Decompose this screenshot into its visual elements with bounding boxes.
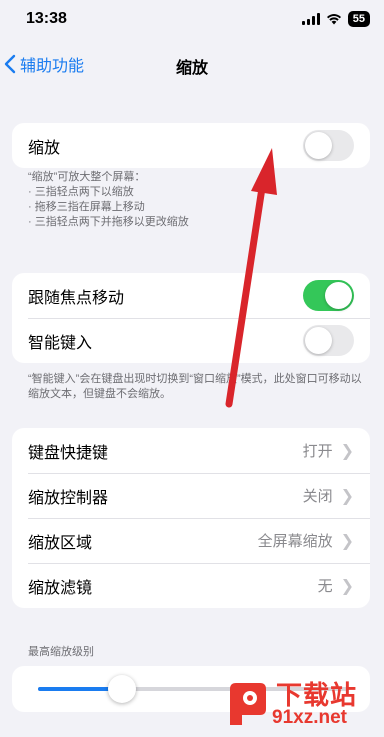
row-value: 打开 <box>302 443 333 460</box>
follow-focus-toggle[interactable] <box>303 280 354 311</box>
navigation-bar: 辅助功能 缩放 <box>0 46 384 82</box>
zoom-filter-row[interactable]: 缩放滤镜 无 ❯ <box>12 563 370 608</box>
signal-icon <box>301 13 320 25</box>
row-label: 缩放滤镜 <box>28 579 93 597</box>
chevron-right-icon: ❯ <box>340 532 354 550</box>
chevron-right-icon: ❯ <box>340 442 354 460</box>
zoom-controller-row[interactable]: 缩放控制器 关闭 ❯ <box>12 473 370 518</box>
zoom-footer-line: “缩放”可放大整个屏幕： <box>28 171 146 183</box>
toggle-knob <box>305 327 332 354</box>
page-title: 缩放 <box>175 60 208 77</box>
watermark-logo-icon <box>230 683 266 725</box>
smart-typing-footer: “智能键入”会在键盘出现时切换到“窗口缩放”模式，此处窗口可移动以缩放文本，但键… <box>28 373 362 400</box>
chevron-right-icon: ❯ <box>340 577 354 595</box>
watermark: 下载站 91xz.net <box>220 673 380 733</box>
row-value: 全屏幕缩放 <box>257 533 333 550</box>
follow-focus-row: 跟随焦点移动 <box>12 273 370 318</box>
row-value: 关闭 <box>302 488 333 505</box>
slider-thumb[interactable] <box>107 675 136 703</box>
zoom-footer-line: · 三指轻点两下并拖移以更改缩放 <box>28 216 189 228</box>
zoom-footer-line: · 三指轻点两下以缩放 <box>28 186 134 198</box>
zoom-footer-line: · 拖移三指在屏幕上移动 <box>28 201 145 213</box>
wifi-icon <box>326 14 341 25</box>
row-value: 无 <box>317 578 333 595</box>
toggle-knob <box>305 132 332 159</box>
status-bar: 13:38 55 <box>0 0 384 40</box>
max-zoom-header: 最高缩放级别 <box>28 646 94 658</box>
zoom-row: 缩放 <box>12 123 370 168</box>
row-label: 缩放区域 <box>28 534 93 552</box>
chevron-right-icon: ❯ <box>340 487 354 505</box>
follow-focus-label: 跟随焦点移动 <box>28 289 125 307</box>
watermark-url: 91xz.net <box>272 707 347 728</box>
battery-indicator: 55 <box>347 11 370 27</box>
row-label: 缩放控制器 <box>28 489 109 507</box>
toggle-knob <box>325 282 352 309</box>
status-icons: 55 <box>301 11 370 27</box>
annotation-arrow-icon <box>225 148 277 408</box>
options-group: 键盘快捷键 打开 ❯ 缩放控制器 关闭 ❯ 缩放区域 全屏幕缩放 ❯ 缩放滤镜 … <box>12 428 370 608</box>
zoom-footer: “缩放”可放大整个屏幕： · 三指轻点两下以缩放 · 拖移三指在屏幕上移动 · … <box>28 170 368 230</box>
zoom-group: 缩放 <box>12 123 370 168</box>
smart-typing-row: 智能键入 <box>12 318 370 363</box>
status-time: 13:38 <box>26 10 67 27</box>
zoom-toggle[interactable] <box>303 130 354 161</box>
row-label: 键盘快捷键 <box>28 444 109 462</box>
zoom-region-row[interactable]: 缩放区域 全屏幕缩放 ❯ <box>12 518 370 563</box>
keyboard-shortcuts-row[interactable]: 键盘快捷键 打开 ❯ <box>12 428 370 473</box>
smart-typing-toggle[interactable] <box>303 325 354 356</box>
focus-group: 跟随焦点移动 智能键入 <box>12 273 370 363</box>
smart-typing-label: 智能键入 <box>28 334 93 352</box>
zoom-label: 缩放 <box>28 139 61 157</box>
